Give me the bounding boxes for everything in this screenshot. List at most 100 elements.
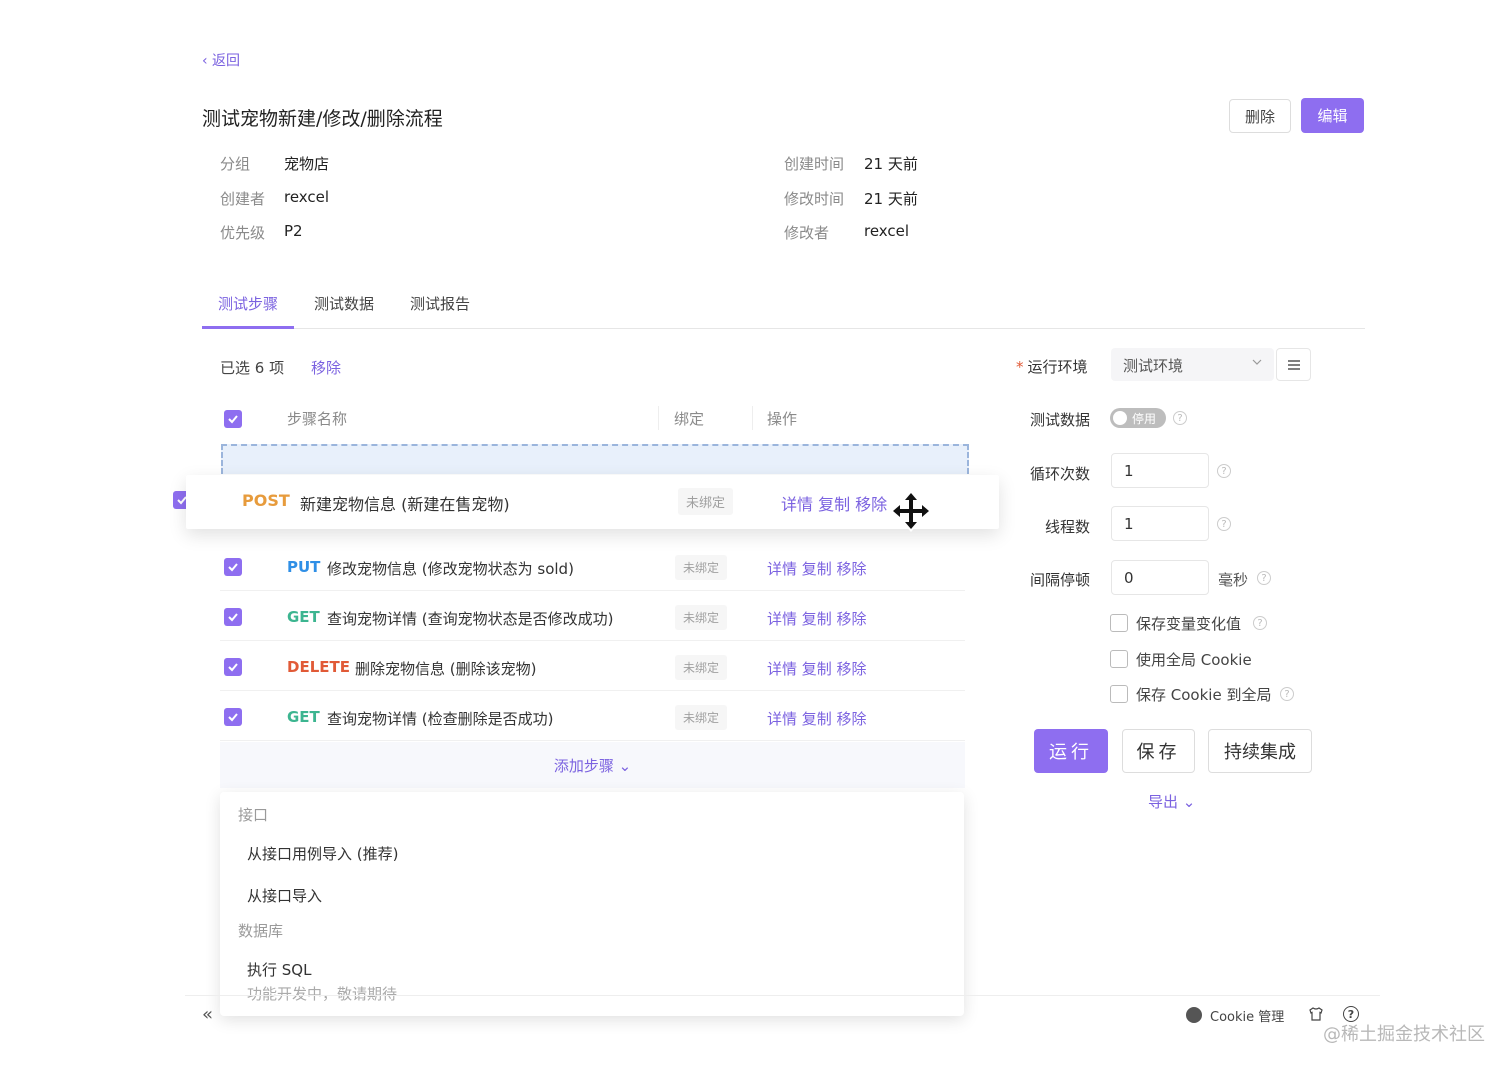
loop-label: 循环次数 (1030, 465, 1091, 483)
step-checkbox[interactable] (224, 558, 242, 576)
meta-value-priority: P2 (284, 222, 303, 240)
dropdown-group-api: 接口 (238, 806, 269, 824)
step-actions[interactable]: 详情 复制 移除 (781, 491, 887, 515)
help-icon[interactable]: ? (1253, 616, 1267, 630)
step-actions[interactable]: 详情 复制 移除 (767, 558, 867, 579)
binding-badge: 未绑定 (675, 655, 728, 680)
watermark: @稀土掘金技术社区 (1323, 1024, 1485, 1045)
help-icon[interactable]: ? (1257, 571, 1271, 585)
tab-test-report[interactable]: 测试报告 (410, 293, 470, 314)
step-checkbox[interactable] (224, 708, 242, 726)
cookie-manager-link[interactable]: Cookie 管理 (1210, 1006, 1284, 1025)
step-name: 新建宠物信息 (新建在售宠物) (300, 495, 510, 514)
shirt-icon[interactable] (1308, 1006, 1324, 1022)
table-row[interactable]: GET 查询宠物详情 (检查删除是否成功) 未绑定 详情 复制 移除 (220, 691, 965, 741)
threads-input[interactable]: 1 (1111, 506, 1209, 541)
meta-label-creator: 创建者 (220, 190, 266, 208)
required-mark: * (1016, 358, 1024, 376)
meta-value-created: 21 天前 (864, 155, 918, 173)
column-divider (658, 406, 659, 430)
column-header-binding: 绑定 (674, 410, 705, 428)
step-name: 查询宠物详情 (查询宠物状态是否修改成功) (327, 610, 614, 628)
add-step-button[interactable]: 添加步骤 ⌄ (220, 742, 965, 788)
column-header-name: 步骤名称 (287, 410, 348, 428)
check-icon (228, 663, 238, 672)
check-icon (228, 563, 238, 572)
meta-label-modified: 修改时间 (784, 190, 845, 208)
binding-badge: 未绑定 (675, 705, 728, 730)
step-name: 删除宠物信息 (删除该宠物) (355, 660, 537, 678)
loop-count-input[interactable]: 1 (1111, 453, 1209, 488)
meta-value-creator: rexcel (284, 188, 330, 206)
check-icon (228, 613, 238, 622)
column-header-actions: 操作 (767, 410, 798, 428)
meta-value-group: 宠物店 (284, 155, 330, 173)
toggle-knob (1113, 411, 1127, 425)
add-step-dropdown: 接口 从接口用例导入 (推荐) 从接口导入 数据库 执行 SQL 功能开发中，敬… (220, 792, 964, 1016)
step-name: 查询宠物详情 (检查删除是否成功) (327, 710, 554, 728)
help-icon[interactable]: ? (1217, 517, 1231, 531)
env-select[interactable]: 测试环境 (1111, 348, 1274, 381)
help-icon[interactable]: ? (1280, 687, 1294, 701)
table-row[interactable]: GET 查询宠物详情 (查询宠物状态是否修改成功) 未绑定 详情 复制 移除 (220, 591, 965, 641)
binding-badge: 未绑定 (675, 605, 728, 630)
collapse-sidebar-icon[interactable]: « (202, 1004, 213, 1025)
global-cookie-checkbox[interactable] (1110, 650, 1128, 668)
meta-label-modifier: 修改者 (784, 224, 830, 242)
step-method: GET (287, 708, 320, 726)
help-icon[interactable]: ? (1173, 411, 1187, 425)
app-page: ‹ 返回 测试宠物新建/修改/删除流程 删除 编辑 分组 宠物店 创建者 rex… (0, 0, 1512, 1069)
global-cookie-label: 使用全局 Cookie (1136, 651, 1252, 669)
table-row[interactable]: PUT 修改宠物信息 (修改宠物状态为 sold) 未绑定 详情 复制 移除 (220, 541, 965, 591)
back-link[interactable]: ‹ 返回 (202, 50, 240, 70)
remove-selected-link[interactable]: 移除 (311, 357, 341, 378)
select-all-checkbox[interactable] (224, 410, 242, 428)
page-title: 测试宠物新建/修改/删除流程 (202, 108, 443, 130)
interval-input[interactable]: 0 (1111, 560, 1209, 595)
env-label: * 运行环境 (1016, 358, 1088, 376)
step-method: POST (242, 491, 290, 510)
save-cookie-label: 保存 Cookie 到全局 (1136, 686, 1272, 704)
help-icon[interactable]: ? (1217, 464, 1231, 478)
step-actions[interactable]: 详情 复制 移除 (767, 658, 867, 679)
env-menu-button[interactable] (1276, 348, 1311, 381)
binding-badge: 未绑定 (678, 488, 734, 515)
column-divider (752, 406, 753, 430)
ci-button[interactable]: 持续集成 (1208, 729, 1312, 773)
test-data-toggle[interactable]: 停用 (1110, 408, 1166, 428)
delete-button[interactable]: 删除 (1229, 99, 1291, 133)
step-checkbox[interactable] (224, 608, 242, 626)
dropdown-item-sql[interactable]: 执行 SQL (247, 959, 311, 980)
export-dropdown[interactable]: 导出 ⌄ (1148, 791, 1195, 812)
dropdown-item-import-from-api[interactable]: 从接口导入 (247, 885, 322, 906)
step-checkbox[interactable] (224, 658, 242, 676)
save-vars-label: 保存变量变化值 (1136, 615, 1242, 633)
step-method: DELETE (287, 658, 350, 676)
binding-badge: 未绑定 (675, 555, 728, 580)
meta-label-created: 创建时间 (784, 155, 845, 173)
tab-test-data[interactable]: 测试数据 (314, 293, 374, 314)
interval-label: 间隔停顿 (1030, 571, 1091, 589)
tab-bar: 测试步骤 测试数据 测试报告 (202, 285, 1365, 329)
table-row[interactable]: DELETE 删除宠物信息 (删除该宠物) 未绑定 详情 复制 移除 (220, 641, 965, 691)
check-icon (228, 415, 238, 424)
edit-button[interactable]: 编辑 (1301, 98, 1364, 133)
step-actions[interactable]: 详情 复制 移除 (767, 608, 867, 629)
step-actions[interactable]: 详情 复制 移除 (767, 708, 867, 729)
run-button[interactable]: 运行 (1034, 729, 1108, 773)
tab-test-steps[interactable]: 测试步骤 (218, 293, 278, 314)
active-tab-indicator (202, 326, 294, 329)
chevron-down-icon (1252, 359, 1262, 365)
move-cursor-icon (890, 490, 932, 532)
meta-label-priority: 优先级 (220, 224, 266, 242)
interval-unit: 毫秒 (1218, 571, 1249, 589)
dragged-step-row[interactable]: POST 新建宠物信息 (新建在售宠物) 未绑定 详情 复制 移除 (186, 475, 999, 529)
step-method: PUT (287, 558, 321, 576)
toggle-text: 停用 (1132, 412, 1157, 426)
save-button[interactable]: 保存 (1122, 729, 1195, 773)
save-cookie-checkbox[interactable] (1110, 685, 1128, 703)
dropdown-item-import-from-case[interactable]: 从接口用例导入 (推荐) (247, 843, 398, 864)
selection-count: 已选 6 项 (220, 359, 285, 377)
save-vars-checkbox[interactable] (1110, 614, 1128, 632)
dropdown-group-db: 数据库 (238, 922, 284, 940)
